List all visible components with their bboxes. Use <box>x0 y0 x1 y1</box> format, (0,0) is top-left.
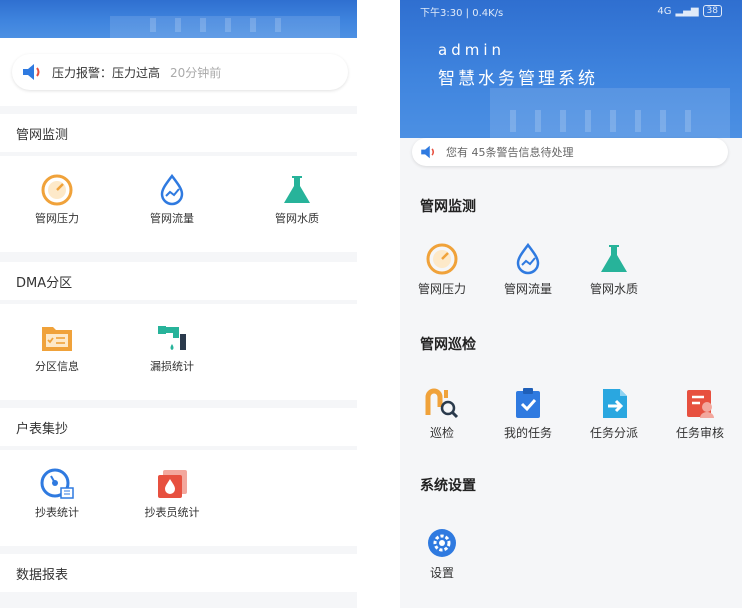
warning-notice-bar[interactable]: 您有 45条警告信息待处理 <box>412 138 728 166</box>
tile-leak-stats[interactable]: 漏损统计 <box>127 322 217 374</box>
tile-water-quality[interactable]: 管网水质 <box>572 242 656 297</box>
meter-reader-icon <box>158 470 187 498</box>
header-banner <box>0 0 357 38</box>
network-patrol-grid: 巡检 我的任务 任务分派 任务审核 <box>400 382 742 452</box>
tile-task-assign[interactable]: 任务分派 <box>572 386 656 441</box>
tile-settings[interactable]: 设置 <box>400 526 484 581</box>
status-time: 下午3:30 <box>420 7 463 19</box>
section-title-system-settings: 系统设置 <box>420 478 476 494</box>
alarm-time: 20分钟前 <box>170 65 222 80</box>
left-phone-screen: 压力报警：压力过高 20分钟前 管网监测 管网压力 管网流量 管网水质 DMA分… <box>0 0 357 608</box>
flask-icon <box>601 245 627 272</box>
section-title-network-monitoring: 管网监测 <box>420 199 476 215</box>
username: admin <box>438 41 505 59</box>
patrol-icon <box>425 388 459 419</box>
section-title-data-reports: 数据报表 <box>0 554 357 592</box>
network-monitoring-grid: 管网压力 管网流量 管网水质 <box>400 238 742 308</box>
tile-my-tasks[interactable]: 我的任务 <box>486 386 570 441</box>
leak-pipe-icon <box>158 326 186 350</box>
tile-pipe-flow[interactable]: 管网流量 <box>127 174 217 226</box>
section-title-meter-reading: 户表集抄 <box>0 408 357 446</box>
right-phone-screen: 下午3:30 | 0.4K/s 4G ▂▄▆ 38 admin 智慧水务管理系统… <box>400 0 742 608</box>
alarm-text: 压力报警：压力过高 <box>52 65 161 80</box>
signal-icon: ▂▄▆ <box>675 5 699 17</box>
system-settings-grid: 设置 <box>400 522 742 592</box>
tile-pipe-flow[interactable]: 管网流量 <box>486 242 570 297</box>
flask-icon <box>284 176 310 203</box>
tile-patrol[interactable]: 巡检 <box>400 386 484 441</box>
network-speed: 0.4K/s <box>472 7 504 19</box>
warning-text: 您有 45条警告信息待处理 <box>446 146 574 159</box>
alarm-notice-bar[interactable]: 压力报警：压力过高 20分钟前 <box>12 54 348 90</box>
section-title-network-monitoring: 管网监测 <box>0 114 357 152</box>
dma-zones-grid: 分区信息 漏损统计 <box>0 304 357 400</box>
meter-stats-icon <box>40 468 74 499</box>
network-monitoring-grid: 管网压力 管网流量 管网水质 <box>0 156 357 252</box>
gauge-icon <box>426 243 458 275</box>
status-bar: 下午3:30 | 0.4K/s 4G ▂▄▆ 38 <box>400 0 742 22</box>
task-assign-icon <box>603 389 627 418</box>
app-title: 智慧水务管理系统 <box>438 69 598 89</box>
tile-zone-info[interactable]: 分区信息 <box>12 322 102 374</box>
folder-list-icon <box>42 327 72 351</box>
tile-meter-stats[interactable]: 抄表统计 <box>12 468 102 520</box>
speaker-icon <box>421 145 435 159</box>
flow-drop-icon <box>160 174 184 206</box>
tile-task-review[interactable]: 任务审核 <box>658 386 742 441</box>
gear-icon <box>428 529 456 557</box>
tile-meter-reader-stats[interactable]: 抄表员统计 <box>127 468 217 520</box>
task-review-icon <box>687 390 714 418</box>
section-title-dma-zones: DMA分区 <box>0 262 357 300</box>
speaker-icon <box>23 64 40 80</box>
tile-water-quality[interactable]: 管网水质 <box>252 174 342 226</box>
clipboard-check-icon <box>516 388 540 418</box>
network-type: 4G <box>657 5 672 17</box>
battery-icon: 38 <box>702 5 722 17</box>
meter-reading-grid: 抄表统计 抄表员统计 <box>0 450 357 546</box>
flow-drop-icon <box>516 242 540 275</box>
gauge-icon <box>41 174 73 206</box>
tile-pipe-pressure[interactable]: 管网压力 <box>400 242 484 297</box>
section-title-network-patrol: 管网巡检 <box>420 337 476 353</box>
tile-pipe-pressure[interactable]: 管网压力 <box>12 174 102 226</box>
